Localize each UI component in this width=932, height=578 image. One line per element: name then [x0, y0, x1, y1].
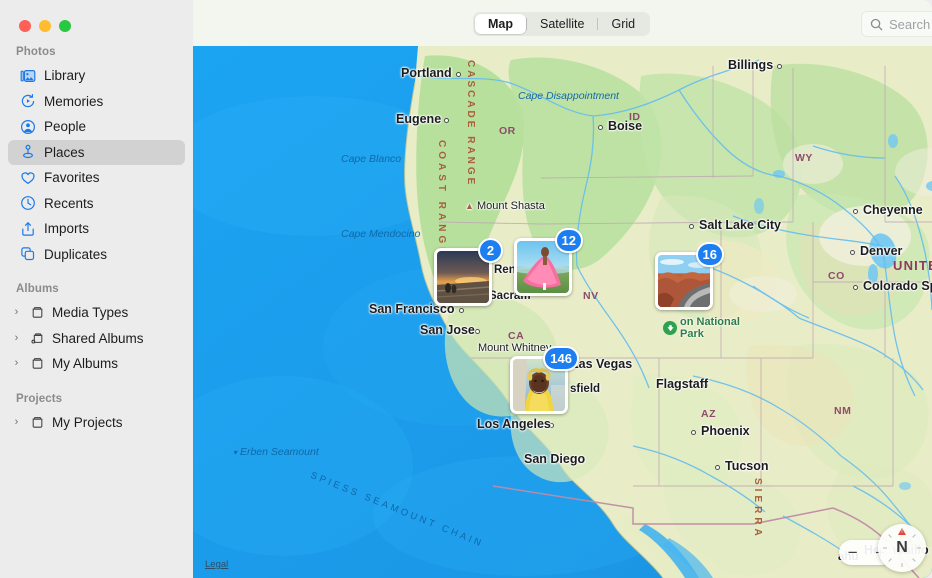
sidebar-item-library[interactable]: Library: [8, 63, 185, 89]
photo-cluster-sacramento[interactable]: 2: [434, 238, 503, 306]
photos-window: Photos Library Memories People Places Fa…: [0, 0, 932, 578]
sidebar: Photos Library Memories People Places Fa…: [0, 0, 193, 578]
sidebar-item-imports[interactable]: Imports: [8, 216, 185, 242]
main-content: Cape Disappointment Cape Blanco Cape Men…: [193, 0, 932, 578]
sidebar-section-title-albums: Albums: [16, 283, 59, 295]
library-icon: [19, 67, 36, 84]
sidebar-item-label: Memories: [44, 93, 104, 109]
sidebar-section-title-projects: Projects: [16, 392, 63, 405]
sidebar-item-shared-albums[interactable]: › Shared Albums: [8, 326, 185, 352]
sidebar-section-title-photos: Photos: [16, 46, 56, 58]
photo-cluster-reno[interactable]: 12: [514, 228, 583, 296]
sidebar-item-label: Recents: [44, 195, 94, 211]
sidebar-item-label: Favorites: [44, 170, 100, 186]
sidebar-item-label: Duplicates: [44, 246, 108, 262]
sidebar-item-label: Places: [44, 144, 85, 160]
sidebar-item-label: Media Types: [52, 305, 129, 321]
people-icon: [19, 118, 36, 135]
album-icon: [29, 304, 46, 321]
compass-control[interactable]: N: [878, 524, 926, 572]
cluster-count-badge[interactable]: 146: [543, 346, 579, 371]
search-input[interactable]: [889, 16, 932, 32]
sidebar-item-people[interactable]: People: [8, 114, 185, 140]
sidebar-item-favorites[interactable]: Favorites: [8, 165, 185, 191]
maximize-button[interactable]: [59, 20, 71, 32]
window-controls: [0, 0, 193, 34]
sidebar-item-label: Shared Albums: [52, 330, 144, 346]
places-icon: [19, 144, 36, 161]
sidebar-item-my-projects[interactable]: › My Projects: [8, 410, 185, 436]
legal-link[interactable]: Legal: [205, 559, 228, 570]
cluster-count-badge[interactable]: 16: [695, 242, 724, 267]
shared-album-icon: [29, 330, 46, 347]
sidebar-item-recents[interactable]: Recents: [8, 191, 185, 217]
minimize-button[interactable]: [39, 20, 51, 32]
photo-cluster-zion[interactable]: 16: [655, 242, 724, 310]
sidebar-item-label: Library: [44, 68, 86, 84]
map-canvas[interactable]: Cape Disappointment Cape Blanco Cape Men…: [193, 46, 932, 578]
album-icon: [29, 355, 46, 372]
sidebar-item-media-types[interactable]: › Media Types: [8, 300, 185, 326]
compass-ticks-icon: [883, 529, 921, 567]
clock-icon: [19, 195, 36, 212]
tab-grid[interactable]: Grid: [598, 14, 648, 34]
sidebar-item-memories[interactable]: Memories: [8, 89, 185, 115]
tab-map[interactable]: Map: [475, 14, 526, 34]
sidebar-item-label: Imports: [44, 221, 90, 237]
chevron-right-icon[interactable]: ›: [10, 307, 23, 318]
memories-icon: [19, 93, 36, 110]
chevron-right-icon[interactable]: ›: [10, 358, 23, 369]
album-icon: [29, 414, 46, 431]
tab-satellite[interactable]: Satellite: [527, 14, 597, 34]
search-field[interactable]: [861, 11, 932, 37]
sidebar-section-projects: Projects › My Projects: [0, 393, 193, 436]
sidebar-section-photos: Photos Library Memories People Places Fa…: [0, 46, 193, 267]
search-icon: [870, 18, 883, 31]
chevron-right-icon[interactable]: ›: [10, 416, 23, 428]
photo-cluster-los-angeles[interactable]: 146: [510, 346, 579, 414]
view-mode-segmented-control[interactable]: Map Satellite Grid: [473, 12, 651, 36]
zoom-out-button[interactable]: −: [848, 544, 858, 561]
chevron-right-icon[interactable]: ›: [10, 332, 23, 344]
sidebar-item-my-albums[interactable]: › My Albums: [8, 351, 185, 377]
sidebar-item-places[interactable]: Places: [8, 139, 185, 165]
sidebar-item-duplicates[interactable]: Duplicates: [8, 242, 185, 268]
park-pin-icon: [663, 321, 677, 335]
cluster-count-badge[interactable]: 12: [554, 228, 583, 253]
import-icon: [19, 220, 36, 237]
duplicates-icon: [19, 246, 36, 263]
sidebar-item-label: My Projects: [52, 414, 123, 430]
toolbar: Map Satellite Grid: [193, 0, 932, 46]
sidebar-item-label: People: [44, 119, 87, 135]
heart-icon: [19, 169, 36, 186]
close-button[interactable]: [19, 20, 31, 32]
cluster-count-badge[interactable]: 2: [478, 238, 503, 263]
sidebar-section-albums: Albums › Media Types › Shared Albums › M…: [0, 283, 193, 377]
sidebar-item-label: My Albums: [52, 356, 119, 372]
